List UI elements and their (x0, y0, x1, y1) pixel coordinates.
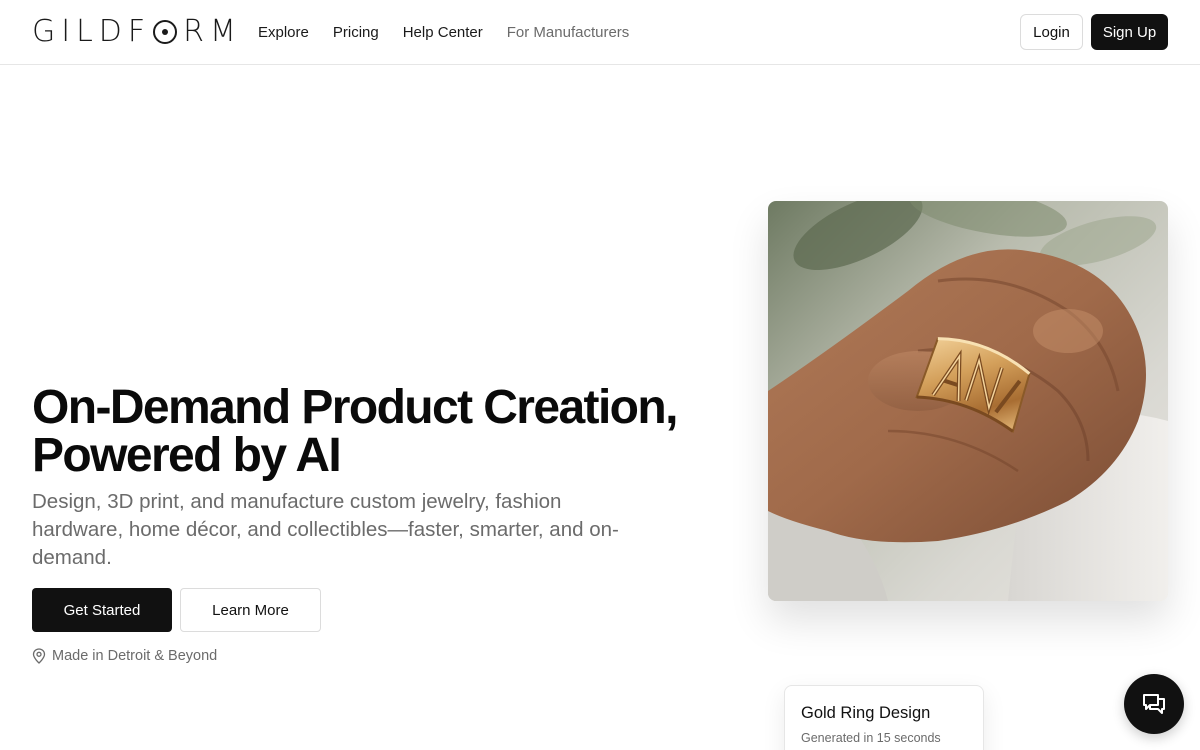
gildform-logo[interactable]: GILDF RM (32, 14, 242, 50)
main-nav: Explore Pricing Help Center For Manufact… (258, 0, 653, 64)
logo-ring-icon (153, 20, 178, 44)
ring-on-hand-illustration (768, 201, 1168, 601)
signup-button[interactable]: Sign Up (1091, 14, 1168, 50)
hero-subtitle: Design, 3D print, and manufacture custom… (32, 490, 619, 569)
nav-help-center[interactable]: Help Center (403, 24, 483, 41)
nav-explore[interactable]: Explore (258, 24, 309, 41)
hero-image-gold-ring (768, 201, 1168, 601)
card-subtitle: Generated in 15 seconds (801, 731, 941, 745)
map-pin-icon (32, 648, 46, 664)
site-header: GILDF RM Explore Pricing Help Center For … (0, 0, 1200, 65)
location-note: Made in Detroit & Beyond (32, 648, 217, 664)
chat-icon (1143, 694, 1165, 714)
hero-title: On-Demand Product Creation, Powered by A… (32, 384, 732, 480)
nav-for-manufacturers[interactable]: For Manufacturers (507, 24, 630, 41)
chat-button[interactable] (1124, 674, 1184, 734)
logo-text-part-2: RM (183, 14, 242, 49)
get-started-button[interactable]: Get Started (32, 588, 172, 632)
logo-text-part-1: GILDF (32, 14, 152, 49)
hero-title-line-1: On-Demand Product Creation, (32, 381, 678, 434)
nav-pricing[interactable]: Pricing (333, 24, 379, 41)
learn-more-button[interactable]: Learn More (180, 588, 321, 632)
login-button[interactable]: Login (1020, 14, 1083, 50)
card-title: Gold Ring Design (801, 704, 931, 722)
location-text: Made in Detroit & Beyond (52, 648, 218, 664)
design-info-card[interactable]: Gold Ring Design Generated in 15 seconds (784, 685, 984, 750)
hero-title-line-2: Powered by AI (32, 429, 342, 482)
